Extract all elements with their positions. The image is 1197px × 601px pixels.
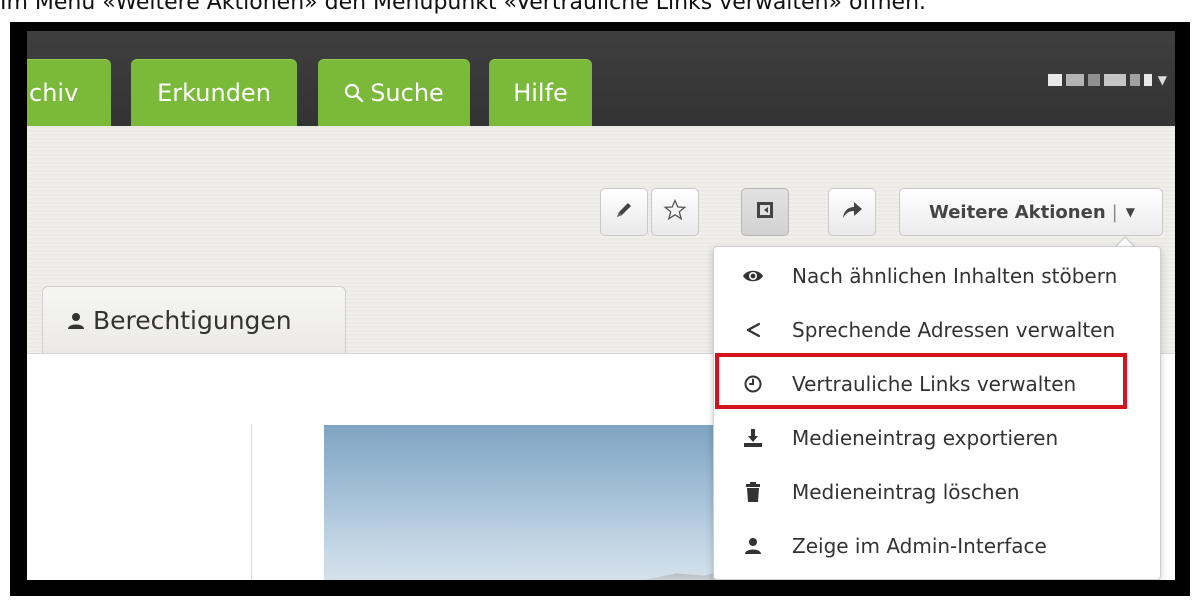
nav-tab-erkunden[interactable]: Erkunden	[131, 59, 297, 126]
button-separator: |	[1111, 201, 1118, 223]
pencil-icon	[613, 199, 635, 225]
app-viewport: chiv Erkunden Suche Hilfe ▼ Weitere Akti…	[27, 31, 1175, 580]
embed-button[interactable]	[741, 188, 789, 236]
menu-item-label: Nach ähnlichen Inhalten stöbern	[792, 264, 1118, 288]
menu-item-label: Medieneintrag löschen	[792, 480, 1020, 504]
more-actions-button[interactable]: Weitere Aktionen | ▼	[899, 188, 1163, 236]
more-actions-label: Weitere Aktionen	[929, 201, 1106, 223]
menu-item-label: Medieneintrag exportieren	[792, 426, 1059, 450]
tab-permissions[interactable]: Berechtigungen	[42, 286, 346, 354]
embed-icon	[754, 199, 776, 225]
instruction-caption: Im Menü «Weitere Aktionen» den Menüpunkt…	[0, 0, 927, 15]
top-navbar: chiv Erkunden Suche Hilfe ▼	[27, 31, 1175, 126]
more-actions-menu: Nach ähnlichen Inhalten stöbern Sprechen…	[713, 246, 1161, 580]
user-name-redacted	[1129, 74, 1140, 86]
nav-tab-label: Erkunden	[157, 79, 271, 107]
nav-tab-archiv[interactable]: chiv	[27, 59, 111, 126]
nav-tab-label: Suche	[370, 79, 444, 107]
highlight-annotation	[715, 353, 1127, 409]
menu-item-label: Sprechende Adressen verwalten	[792, 318, 1116, 342]
nav-tab-hilfe[interactable]: Hilfe	[489, 59, 592, 126]
user-name-redacted	[1087, 74, 1100, 86]
nav-tab-label: Hilfe	[513, 79, 568, 107]
user-name-redacted	[1143, 74, 1152, 86]
user-name-redacted	[1103, 74, 1126, 86]
share-button[interactable]	[828, 188, 876, 236]
nav-tab-suche[interactable]: Suche	[318, 59, 470, 126]
user-name-redacted	[1047, 74, 1062, 86]
user-name-redacted	[1065, 74, 1084, 86]
favorite-button[interactable]	[651, 188, 699, 236]
edit-button[interactable]	[600, 188, 648, 236]
column-divider	[251, 424, 252, 580]
trash-icon	[738, 482, 768, 502]
menu-item-delete[interactable]: Medieneintrag löschen	[714, 465, 1160, 519]
chevron-down-icon: ▼	[1157, 73, 1167, 87]
menu-item-browse-similar[interactable]: Nach ähnlichen Inhalten stöbern	[714, 249, 1160, 303]
nav-tab-label: chiv	[29, 79, 79, 107]
tab-label: Berechtigungen	[93, 306, 292, 335]
share-nodes-icon	[738, 321, 768, 339]
chevron-down-icon: ▼	[1125, 205, 1135, 219]
menu-item-manage-addresses[interactable]: Sprechende Adressen verwalten	[714, 303, 1160, 357]
share-icon	[840, 199, 864, 225]
user-icon	[67, 312, 85, 330]
user-menu[interactable]: ▼	[1047, 69, 1167, 91]
menu-item-export[interactable]: Medieneintrag exportieren	[714, 411, 1160, 465]
download-icon	[738, 428, 768, 448]
star-icon	[663, 198, 687, 226]
user-icon	[738, 537, 768, 555]
eye-icon	[738, 268, 768, 284]
menu-item-label: Zeige im Admin-Interface	[792, 534, 1047, 558]
search-icon	[344, 83, 364, 103]
menu-item-admin-interface[interactable]: Zeige im Admin-Interface	[714, 519, 1160, 573]
